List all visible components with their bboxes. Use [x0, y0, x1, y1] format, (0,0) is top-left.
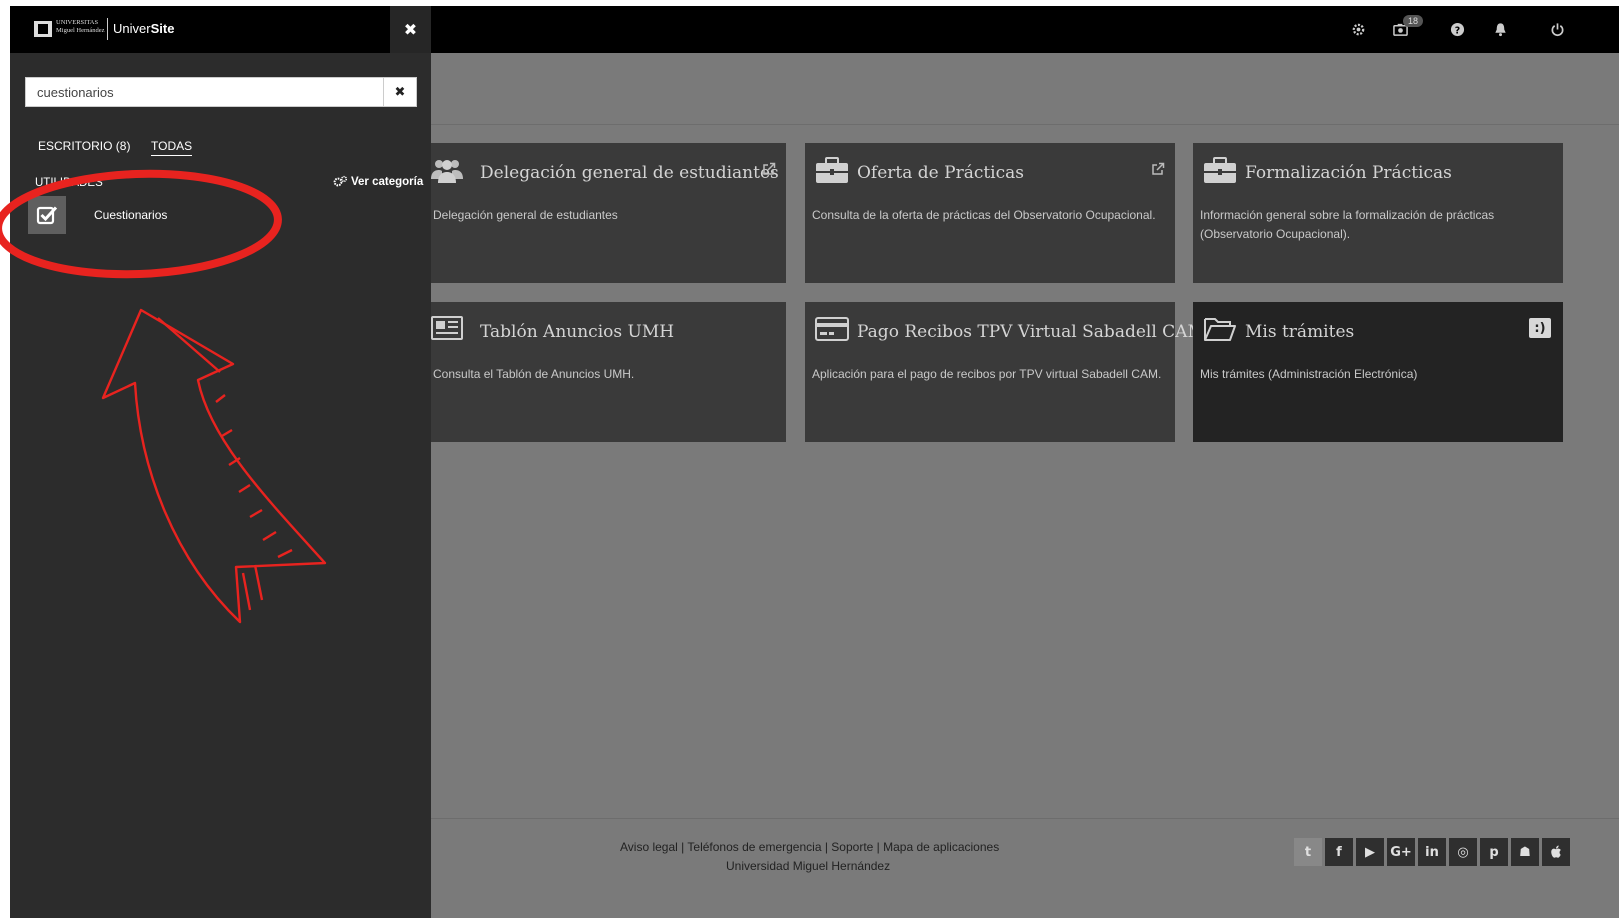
svg-text:?: ?: [1454, 25, 1459, 36]
messages-badge: 18: [1403, 15, 1424, 27]
external-link-icon[interactable]: [762, 162, 776, 176]
main-header: [430, 53, 1619, 125]
card-title: Oferta de Prácticas: [857, 163, 1025, 183]
newspaper-icon: [430, 314, 466, 344]
google-plus-icon[interactable]: G+: [1387, 838, 1415, 866]
smile-badge-icon: :): [1529, 318, 1551, 338]
gears-icon: [333, 175, 348, 187]
logo-divider: [107, 18, 108, 40]
view-category-link[interactable]: Ver categoría: [333, 175, 423, 188]
tab-escritorio[interactable]: ESCRITORIO (8): [38, 139, 130, 153]
instagram-icon[interactable]: ◎: [1449, 838, 1477, 866]
twitter-icon[interactable]: t: [1294, 838, 1322, 866]
card-title: Tablón Anuncios UMH: [480, 322, 675, 342]
category-label: UTILIDADES: [35, 177, 103, 189]
folder-open-icon: [1203, 314, 1239, 344]
footer-links: Aviso legal | Teléfonos de emergencia | …: [620, 840, 1000, 854]
bell-icon[interactable]: [1491, 20, 1509, 38]
external-link-icon[interactable]: [1151, 162, 1165, 176]
umh-logo-icon: [34, 21, 52, 37]
umh-logo-text: UNIVERSITAS Miguel Hernández: [56, 19, 105, 34]
card-title: Mis trámites: [1245, 322, 1355, 342]
app-card-mis-tramites[interactable]: Mis trámites :) Mis trámites (Administra…: [1193, 302, 1563, 442]
footer-link-aviso-legal[interactable]: Aviso legal: [620, 840, 678, 854]
card-title: Formalización Prácticas: [1245, 163, 1452, 183]
pinterest-icon[interactable]: p: [1480, 838, 1508, 866]
apple-icon[interactable]: [1542, 838, 1570, 866]
close-sidebar-button[interactable]: ✖: [390, 6, 431, 53]
card-description: Mis trámites (Administración Electrónica…: [1200, 367, 1418, 381]
card-description: Delegación general de estudiantes: [433, 208, 618, 222]
users-icon: [430, 155, 466, 185]
footer: Aviso legal | Teléfonos de emergencia | …: [430, 818, 1619, 918]
briefcase-icon: [1203, 155, 1239, 185]
app-card-pago-recibos[interactable]: Pago Recibos TPV Virtual Sabadell CAM Ap…: [805, 302, 1205, 442]
footer-link-soporte[interactable]: Soporte: [831, 840, 873, 854]
power-icon[interactable]: [1548, 20, 1566, 38]
footer-link-mapa[interactable]: Mapa de aplicaciones: [883, 840, 999, 854]
brand-name[interactable]: UniverSite: [113, 21, 174, 36]
tab-todas[interactable]: TODAS: [151, 139, 193, 156]
android-icon[interactable]: ☗: [1511, 838, 1539, 866]
search-sidebar: UNIVERSITAS Miguel Hernández UniverSite ✖…: [10, 6, 431, 918]
camera-icon[interactable]: 18: [1391, 15, 1424, 38]
youtube-icon[interactable]: ▶: [1356, 838, 1384, 866]
card-description: Información general sobre la formalizaci…: [1200, 208, 1495, 241]
search-result-cuestionarios[interactable]: Cuestionarios: [28, 196, 228, 234]
clear-search-button[interactable]: ✖: [383, 78, 416, 106]
app-card-oferta-practicas[interactable]: Oferta de Prácticas Consulta de la ofert…: [805, 143, 1175, 283]
app-card-formalizacion-practicas[interactable]: Formalización Prácticas Información gene…: [1193, 143, 1563, 283]
card-description: Consulta de la oferta de prácticas del O…: [812, 208, 1156, 222]
card-description: Consulta el Tablón de Anuncios UMH.: [433, 367, 635, 381]
card-title: Delegación general de estudiantes: [480, 163, 779, 183]
question-icon[interactable]: ?: [1448, 20, 1466, 38]
card-title: Pago Recibos TPV Virtual Sabadell CAM: [857, 322, 1205, 342]
app-frame: 18 ? Delegación general de estudiantes D…: [10, 6, 1619, 918]
app-card-tablon-anuncios[interactable]: Tablón Anuncios UMH Consulta el Tablón d…: [416, 302, 786, 442]
linkedin-icon[interactable]: in: [1418, 838, 1446, 866]
search-input[interactable]: [26, 78, 383, 106]
footer-university: Universidad Miguel Hernández: [726, 859, 891, 873]
search-result-label: Cuestionarios: [94, 208, 168, 222]
sidebar-header: UNIVERSITAS Miguel Hernández UniverSite: [10, 6, 390, 53]
search-box: ✖: [25, 77, 417, 107]
facebook-icon[interactable]: f: [1325, 838, 1353, 866]
briefcase-icon: [815, 155, 851, 185]
card-description: Aplicación para el pago de recibos por T…: [812, 367, 1162, 381]
app-card-delegacion[interactable]: Delegación general de estudiantes Delega…: [416, 143, 786, 283]
footer-link-telefonos[interactable]: Teléfonos de emergencia: [687, 840, 821, 854]
checkbox-icon: [28, 196, 66, 234]
gear-icon[interactable]: [1349, 20, 1367, 38]
credit-card-icon: [815, 314, 851, 344]
